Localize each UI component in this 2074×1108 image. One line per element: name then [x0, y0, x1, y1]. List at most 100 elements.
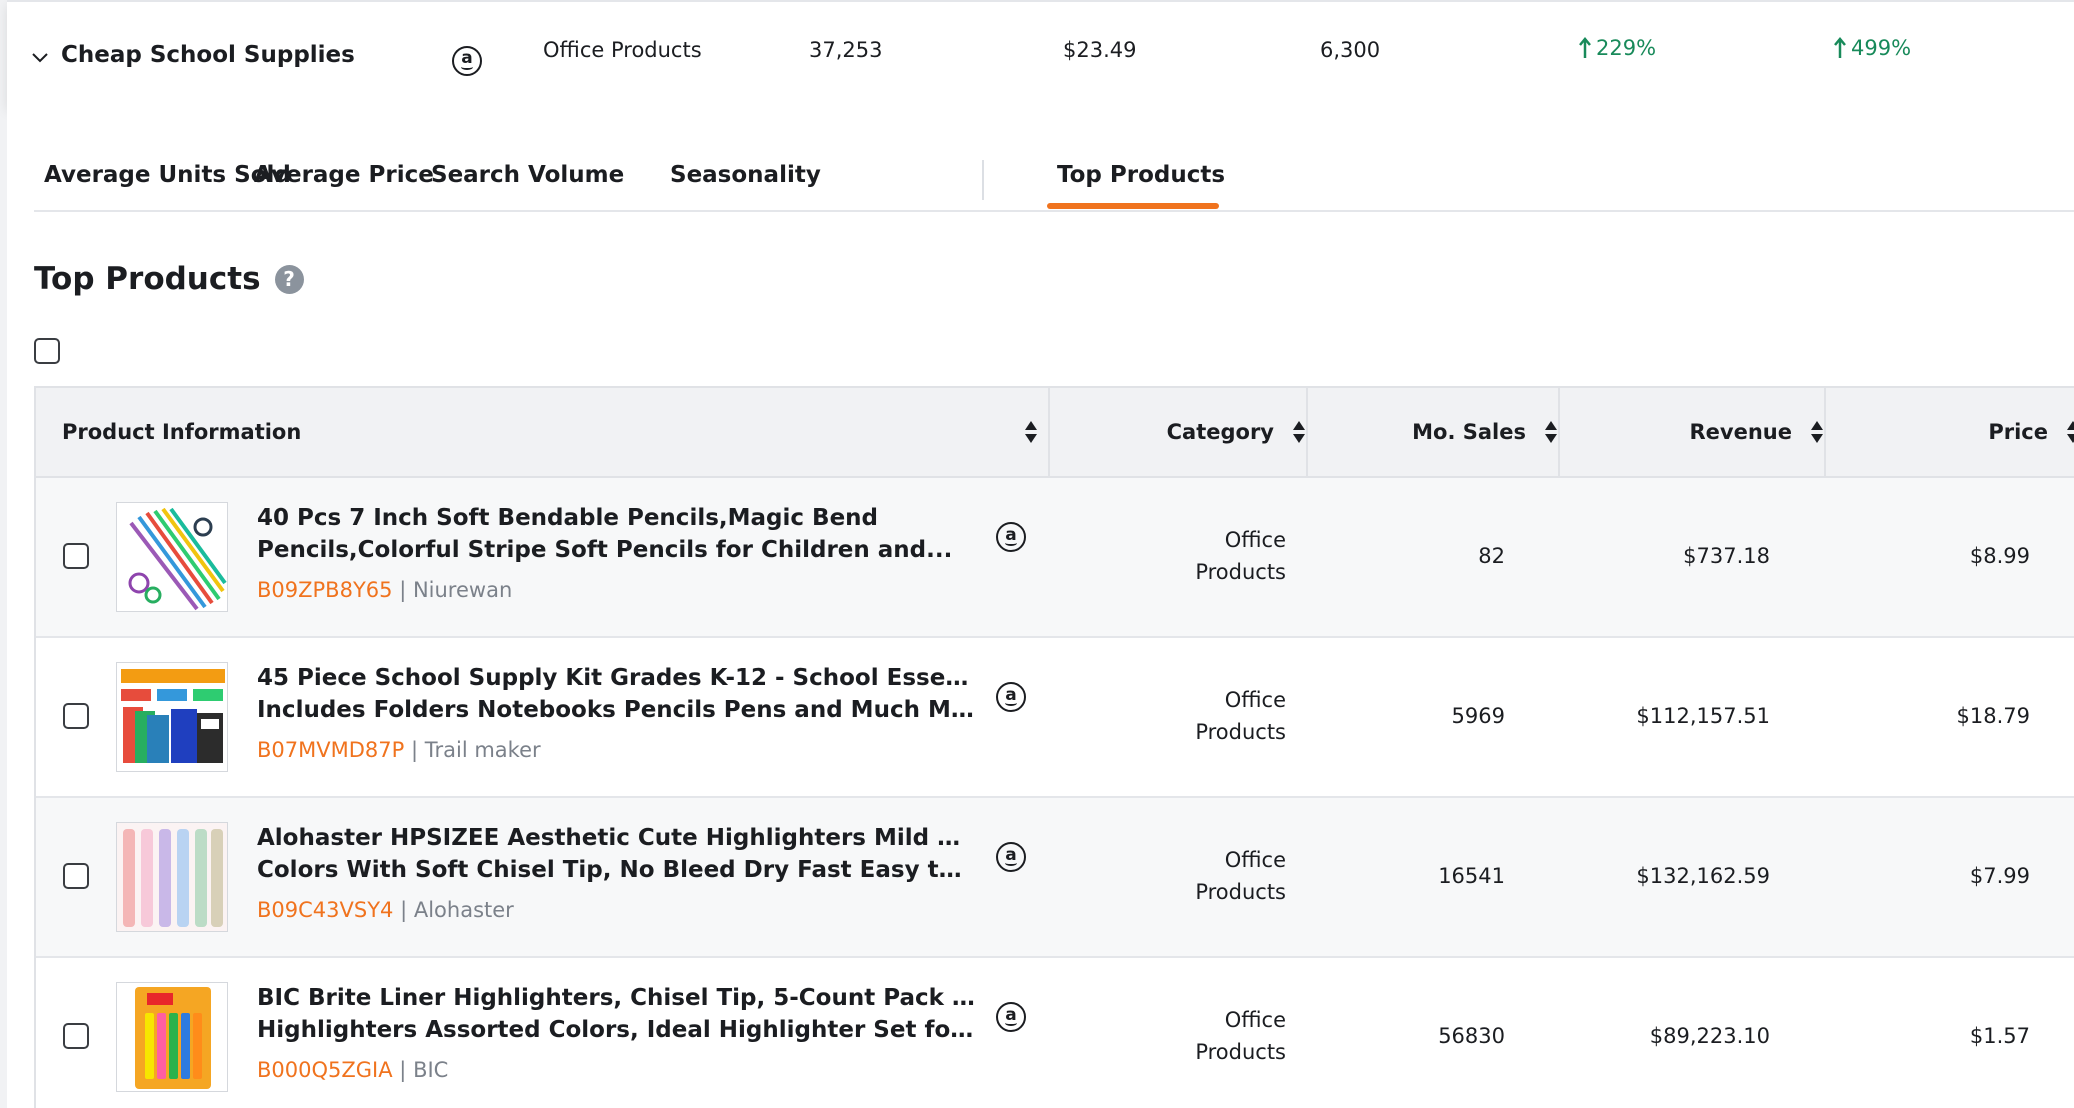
header-product-label: Product Information: [62, 420, 302, 444]
section-title-text: Top Products: [34, 261, 261, 297]
product-meta: B09C43VSY4 | Alohaster: [257, 898, 514, 922]
help-icon[interactable]: ?: [274, 264, 304, 294]
product-meta: B09ZPB8Y65 | Niurewan: [257, 578, 512, 602]
sort-icon[interactable]: [1024, 420, 1038, 444]
category-line-2: Products: [1195, 1040, 1286, 1064]
product-brand: Niurewan: [412, 578, 513, 602]
header-product-information[interactable]: Product Information: [62, 388, 1032, 476]
product-asin-link[interactable]: B09C43VSY4: [257, 898, 393, 922]
tab-seasonality[interactable]: Seasonality: [670, 162, 821, 188]
product-title-line-2: Pencils,Colorful Stripe Soft Pencils for…: [257, 537, 953, 563]
row-checkbox[interactable]: [63, 1023, 89, 1049]
header-mo-sales[interactable]: Mo. Sales: [1308, 388, 1558, 476]
table-row[interactable]: Alohaster HPSIZEE Aesthetic Cute Highlig…: [36, 798, 2074, 958]
tab-search-volume[interactable]: Search Volume: [431, 162, 624, 188]
table-row[interactable]: 45 Piece School Supply Kit Grades K-12 -…: [36, 638, 2074, 798]
section-title: Top Products ?: [34, 261, 304, 297]
product-price: $1.57: [1969, 1024, 2030, 1048]
row-checkbox[interactable]: [63, 703, 89, 729]
product-thumbnail-bendable-pencils[interactable]: [116, 502, 228, 612]
product-asin-link[interactable]: B000Q5ZGIA: [257, 1058, 393, 1082]
trend-1-value: 229%: [1596, 36, 1657, 60]
product-price: $7.99: [1969, 864, 2030, 888]
sort-icon[interactable]: [1544, 420, 1558, 444]
keyword-toggle[interactable]: Cheap School Supplies: [31, 42, 355, 68]
trend-2-value: 499%: [1851, 36, 1912, 60]
summary-search-volume: 37,253: [809, 38, 883, 62]
product-asin-link[interactable]: B07MVMD87P: [257, 738, 404, 762]
row-checkbox[interactable]: [63, 543, 89, 569]
product-meta: B000Q5ZGIA | BIC: [257, 1058, 448, 1082]
product-price: $18.79: [1956, 704, 2030, 728]
product-image: [117, 823, 227, 931]
product-thumbnail-highlighters-pastel[interactable]: [116, 822, 228, 932]
amazon-icon[interactable]: a: [996, 522, 1026, 552]
tab-bar: Average Units Sold Average Price Search …: [34, 106, 2074, 212]
summary-avg-price: $23.49: [1063, 38, 1137, 62]
sort-icon[interactable]: [2066, 420, 2074, 444]
amazon-icon[interactable]: a: [996, 842, 1026, 872]
header-price[interactable]: Price: [1826, 388, 2074, 476]
keyword-detail-panel: Average Units Sold Average Price Search …: [7, 106, 2074, 1108]
category-line-1: Office: [1224, 688, 1286, 712]
product-title[interactable]: Alohaster HPSIZEE Aesthetic Cute Highlig…: [257, 822, 977, 886]
product-asin-link[interactable]: B09ZPB8Y65: [257, 578, 393, 602]
header-category-label: Category: [1166, 420, 1274, 444]
summary-trend-1: 229%: [1578, 36, 1656, 60]
header-category[interactable]: Category: [1050, 388, 1306, 476]
category-line-2: Products: [1195, 560, 1286, 584]
tab-top-products[interactable]: Top Products: [1057, 162, 1225, 188]
arrow-up-icon: [1579, 37, 1591, 58]
product-thumbnail-supply-kit[interactable]: [116, 662, 228, 772]
product-title[interactable]: BIC Brite Liner Highlighters, Chisel Tip…: [257, 982, 977, 1046]
product-title[interactable]: 40 Pcs 7 Inch Soft Bendable Pencils,Magi…: [257, 502, 977, 566]
amazon-icon[interactable]: a: [996, 1002, 1026, 1032]
product-title[interactable]: 45 Piece School Supply Kit Grades K-12 -…: [257, 662, 977, 726]
product-title-line-1: Alohaster HPSIZEE Aesthetic Cute Highlig…: [257, 825, 977, 851]
meta-separator: |: [410, 738, 419, 762]
row-checkbox[interactable]: [63, 863, 89, 889]
product-brand: Trail maker: [424, 738, 541, 762]
page: Cheap School Supplies a Office Products …: [0, 0, 2074, 1108]
summary-category: Office Products: [543, 38, 702, 62]
product-title-line-2: Colors With Soft Chisel Tip, No Bleed Dr…: [257, 857, 977, 883]
category-line-1: Office: [1224, 848, 1286, 872]
amazon-icon[interactable]: a: [452, 45, 482, 76]
product-mo-sales: 5969: [1451, 704, 1505, 728]
product-image: [128, 507, 227, 611]
top-products-table: Product Information Category Mo. Sales R…: [34, 386, 2074, 1108]
header-revenue[interactable]: Revenue: [1560, 388, 1824, 476]
product-price: $8.99: [1969, 544, 2030, 568]
product-image: [135, 987, 211, 1089]
product-revenue: $89,223.10: [1649, 1024, 1770, 1048]
product-title-line-1: BIC Brite Liner Highlighters, Chisel Tip…: [257, 985, 977, 1011]
keyword-summary-row[interactable]: Cheap School Supplies a Office Products …: [7, 0, 2074, 106]
table-row[interactable]: BIC Brite Liner Highlighters, Chisel Tip…: [36, 958, 2074, 1108]
keyword-name: Cheap School Supplies: [61, 42, 355, 68]
product-category: Office Products: [1116, 844, 1286, 908]
product-revenue: $132,162.59: [1636, 864, 1770, 888]
sort-icon[interactable]: [1810, 420, 1824, 444]
product-title-line-1: 45 Piece School Supply Kit Grades K-12 -…: [257, 665, 977, 691]
product-revenue: $737.18: [1683, 544, 1770, 568]
chevron-down-icon: [32, 53, 48, 63]
product-brand: Alohaster: [413, 898, 514, 922]
amazon-icon[interactable]: a: [996, 682, 1026, 712]
product-title-line-1: 40 Pcs 7 Inch Soft Bendable Pencils,Magi…: [257, 505, 878, 531]
active-tab-indicator: [1047, 203, 1219, 209]
select-all-checkbox[interactable]: [34, 338, 60, 364]
table-row[interactable]: 40 Pcs 7 Inch Soft Bendable Pencils,Magi…: [36, 478, 2074, 638]
arrow-up-icon: [1834, 37, 1846, 58]
tab-average-price[interactable]: Average Price: [254, 162, 434, 188]
product-mo-sales: 82: [1478, 544, 1505, 568]
product-thumbnail-bic-highlighters[interactable]: [116, 982, 228, 1092]
product-brand: BIC: [413, 1058, 449, 1082]
sort-icon[interactable]: [1292, 420, 1306, 444]
header-sales-label: Mo. Sales: [1412, 420, 1526, 444]
summary-units: 6,300: [1320, 38, 1381, 62]
product-image: [121, 669, 225, 763]
category-line-1: Office: [1224, 528, 1286, 552]
meta-separator: |: [399, 1058, 407, 1082]
product-meta: B07MVMD87P | Trail maker: [257, 738, 541, 762]
product-mo-sales: 56830: [1438, 1024, 1505, 1048]
